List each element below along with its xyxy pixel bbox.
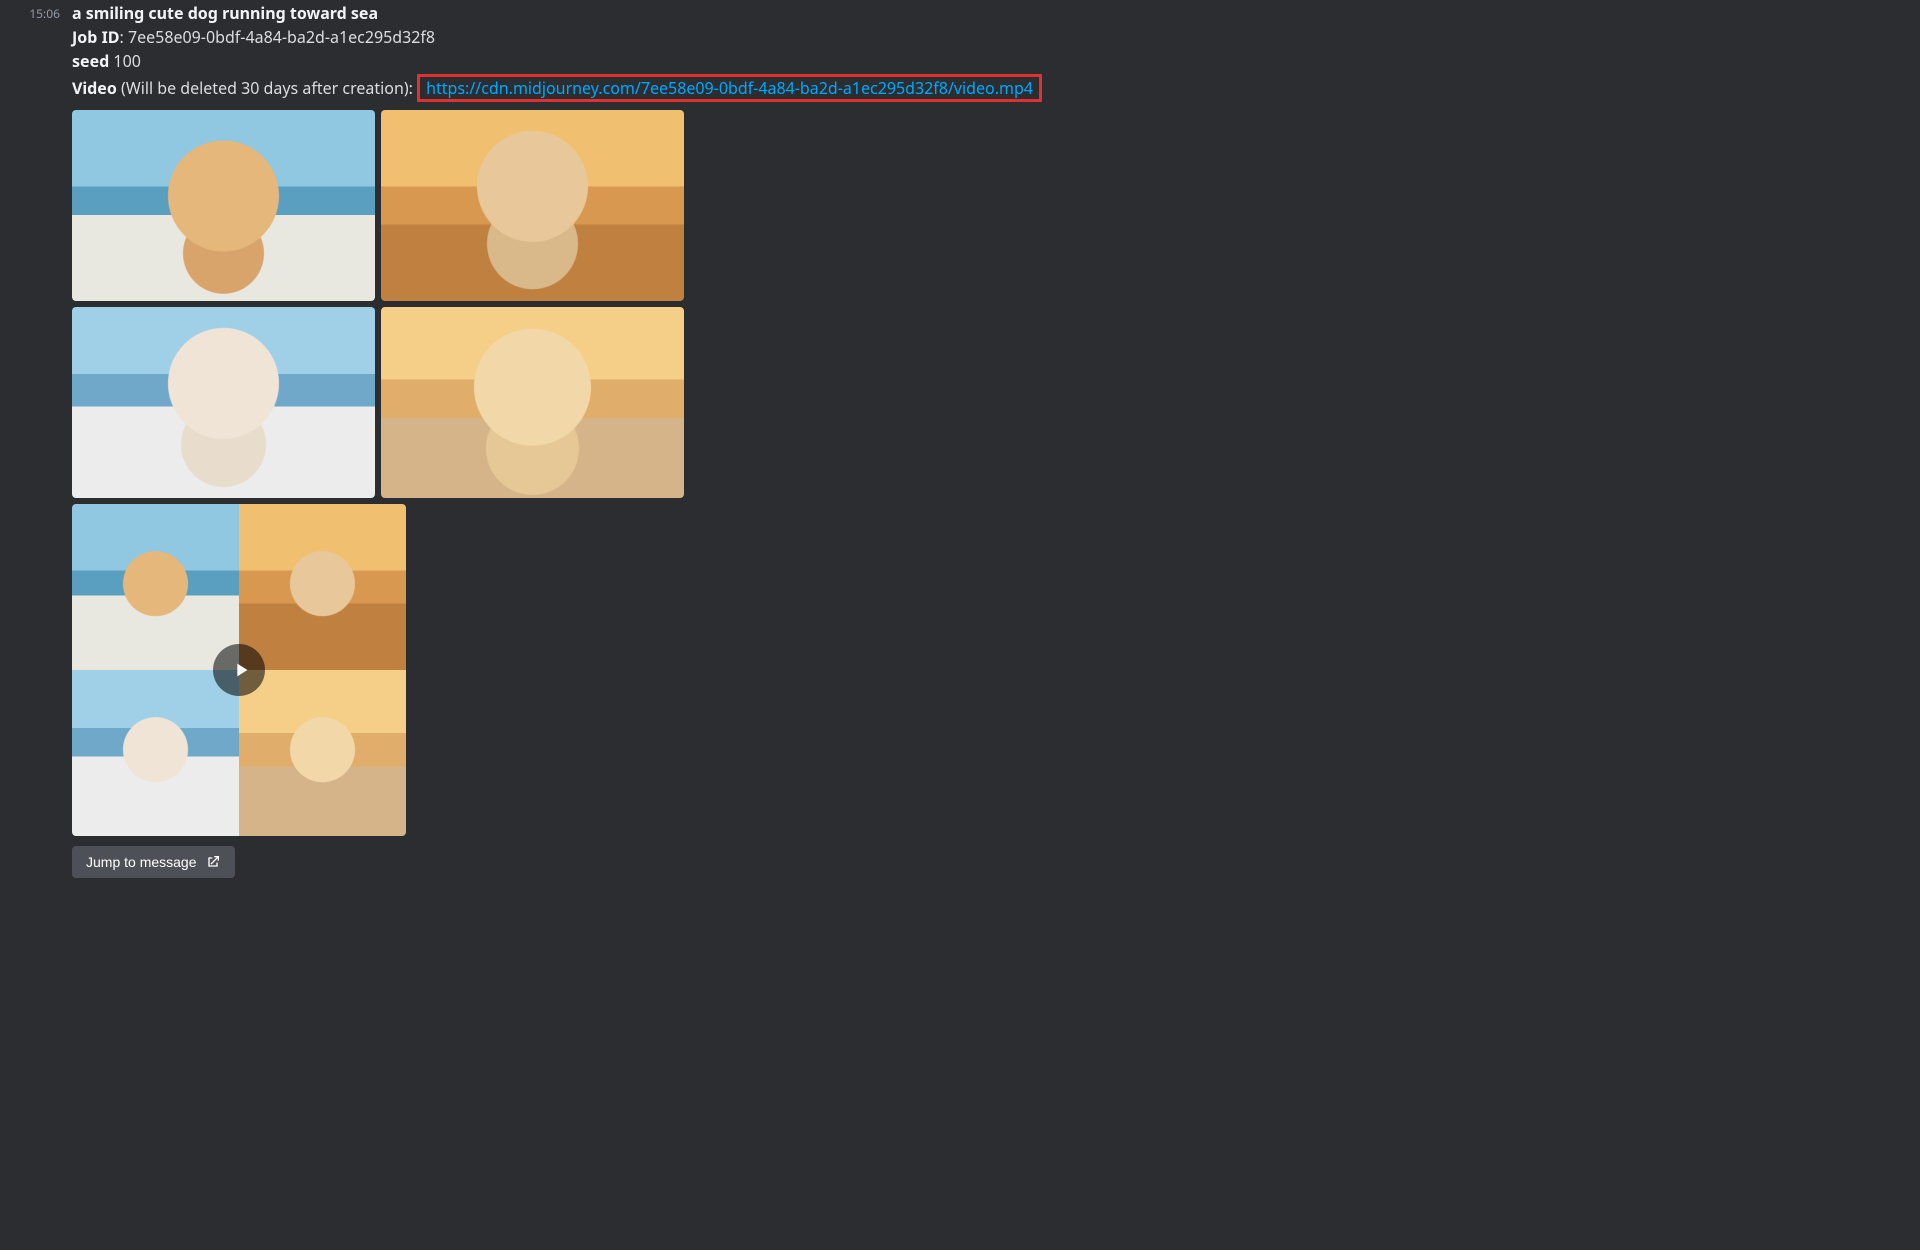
image-thumbnail-2[interactable]	[381, 110, 684, 301]
video-quad-2	[239, 504, 406, 670]
play-button[interactable]	[213, 644, 265, 696]
jump-to-message-label: Jump to message	[86, 854, 197, 870]
jump-to-message-button[interactable]: Jump to message	[72, 846, 235, 878]
job-id-label: Job ID	[72, 26, 120, 48]
image-grid	[72, 110, 1920, 498]
seed-line: seed 100	[72, 50, 1920, 72]
message: 15:06 a smiling cute dog running toward …	[0, 0, 1920, 878]
seed-value: 100	[113, 50, 140, 72]
video-quad-1	[72, 504, 239, 670]
video-preview[interactable]	[72, 504, 406, 836]
prompt-text: a smiling cute dog running toward sea	[72, 2, 1920, 24]
video-label: Video	[72, 77, 117, 99]
image-thumbnail-3[interactable]	[72, 307, 375, 498]
image-thumbnail-4[interactable]	[381, 307, 684, 498]
open-external-icon	[205, 854, 221, 870]
message-content: a smiling cute dog running toward sea Jo…	[60, 2, 1920, 878]
video-quad-3	[72, 670, 239, 836]
timestamp: 15:06	[16, 2, 60, 878]
video-quad-4	[239, 670, 406, 836]
play-icon	[230, 659, 252, 681]
seed-label: seed	[72, 50, 109, 72]
video-note: (Will be deleted 30 days after creation)…	[121, 77, 413, 99]
video-line: Video (Will be deleted 30 days after cre…	[72, 74, 1920, 102]
image-thumbnail-1[interactable]	[72, 110, 375, 301]
job-id-value: 7ee58e09-0bdf-4a84-ba2d-a1ec295d32f8	[128, 26, 435, 48]
job-id-line: Job ID: 7ee58e09-0bdf-4a84-ba2d-a1ec295d…	[72, 26, 1920, 48]
video-url-link[interactable]: https://cdn.midjourney.com/7ee58e09-0bdf…	[417, 74, 1042, 102]
